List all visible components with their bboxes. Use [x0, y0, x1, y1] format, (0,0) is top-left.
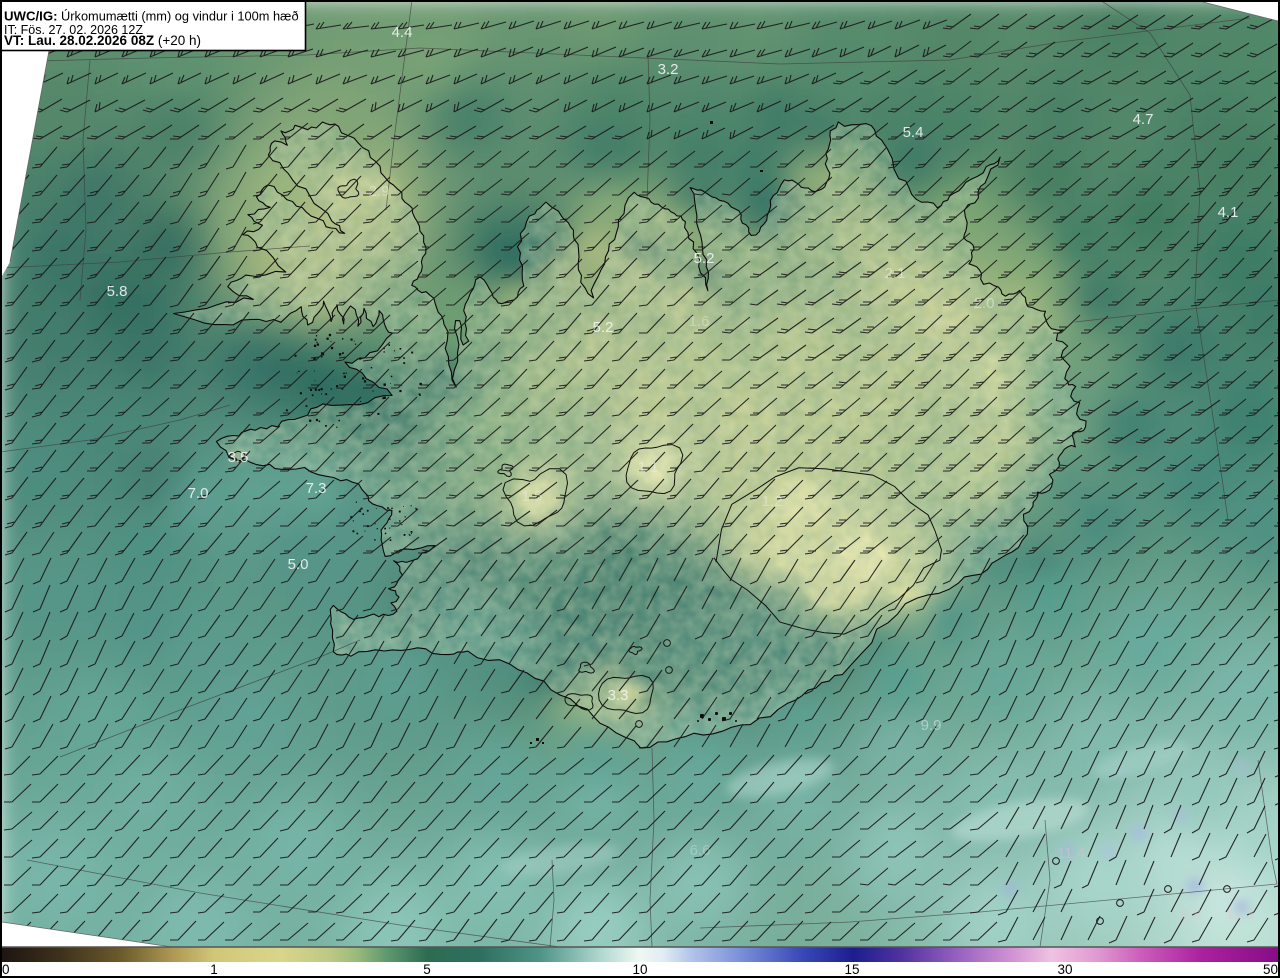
svg-text:VT: Lau. 28.02.2026 08Z (+20 h: VT: Lau. 28.02.2026 08Z (+20 h) [4, 33, 201, 48]
svg-text:10: 10 [632, 962, 647, 977]
svg-text:4.7: 4.7 [1133, 111, 1154, 128]
svg-text:5: 5 [423, 962, 431, 977]
svg-text:5.0: 5.0 [288, 556, 309, 573]
svg-text:7.3: 7.3 [306, 480, 327, 497]
svg-text:3.3: 3.3 [608, 687, 629, 704]
svg-text:4.4: 4.4 [392, 24, 413, 41]
svg-text:1.6: 1.6 [689, 313, 710, 330]
svg-text:6.6: 6.6 [690, 842, 711, 859]
svg-text:1: 1 [210, 962, 218, 977]
svg-text:11.4: 11.4 [1057, 845, 1085, 862]
svg-text:50: 50 [1263, 962, 1278, 977]
svg-text:7.0: 7.0 [188, 485, 209, 502]
svg-text:5.8: 5.8 [107, 283, 128, 300]
svg-text:8.8: 8.8 [1181, 906, 1202, 923]
svg-text:15: 15 [844, 962, 859, 977]
svg-text:5.2: 5.2 [694, 250, 715, 267]
svg-text:UWC/IG: Úrkomumætti (mm) og vi: UWC/IG: Úrkomumætti (mm) og vindur i 100… [4, 9, 299, 24]
svg-text:0: 0 [2, 962, 10, 977]
svg-text:5.4: 5.4 [903, 124, 924, 141]
svg-text:4.1: 4.1 [1218, 204, 1239, 221]
svg-text:2.0: 2.0 [974, 295, 995, 312]
svg-text:30: 30 [1057, 962, 1072, 977]
svg-text:3.2: 3.2 [658, 61, 679, 78]
svg-text:9.9: 9.9 [921, 717, 942, 734]
svg-text:5.2: 5.2 [593, 319, 614, 336]
svg-text:1.1: 1.1 [638, 459, 659, 476]
svg-text:1.2: 1.2 [762, 493, 783, 510]
svg-text:1.5: 1.5 [522, 488, 543, 505]
svg-text:11.3: 11.3 [1226, 906, 1254, 923]
svg-text:2.9: 2.9 [369, 183, 390, 200]
svg-text:2.1: 2.1 [885, 265, 906, 282]
svg-text:3.5: 3.5 [228, 449, 249, 466]
